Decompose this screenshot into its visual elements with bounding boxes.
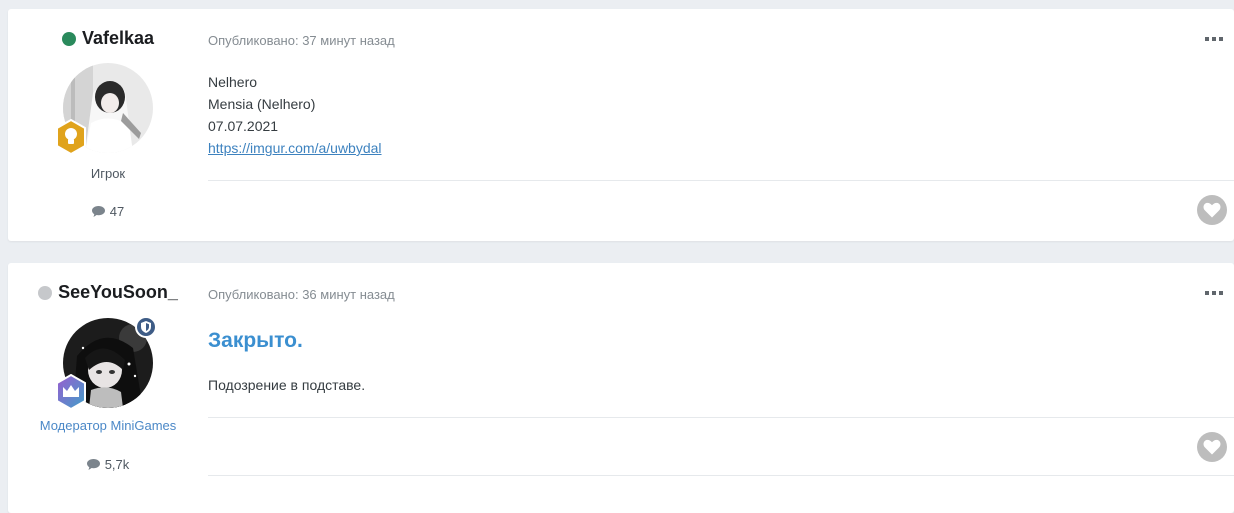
moderator-shield-icon [135,316,157,338]
like-button[interactable] [1197,432,1227,462]
divider [208,475,1234,476]
heart-icon [1203,202,1221,218]
post-card: SeeYouSoon_ Модератор MiniGames 5,7k Опу… [8,263,1234,513]
offline-status-icon [38,285,53,300]
post-line: Mensia (Nelhero) [208,96,316,112]
comment-bubble-icon [86,459,100,470]
post-count-value: 47 [109,204,125,219]
author-name[interactable]: SeeYouSoon_ [58,282,178,303]
post-content: Опубликовано: 36 минут назад Закрыто. По… [208,263,1234,513]
heart-icon [1203,439,1221,455]
author-name-row: Vafelkaa [8,28,208,49]
comment-bubble-icon [91,206,105,217]
post-body: Nelhero Mensia (Nelhero) 07.07.2021 http… [208,71,382,159]
divider [208,417,1234,418]
user-role[interactable]: Модератор MiniGames [8,418,208,433]
more-options-icon[interactable] [1205,290,1223,296]
post-timestamp[interactable]: Опубликовано: 36 минут назад [208,287,395,302]
post-count: 5,7k [8,457,208,472]
post-line: 07.07.2021 [208,118,279,134]
rank-badge-lightbulb-icon [53,118,89,156]
author-panel: SeeYouSoon_ Модератор MiniGames 5,7k [8,263,208,513]
post-card: Vafelkaa Игрок 47 Опубликовано: 37 минут… [8,9,1234,241]
divider [208,180,1234,181]
post-title: Закрыто. [208,329,303,352]
more-options-icon[interactable] [1205,36,1223,42]
author-name-row: SeeYouSoon_ [8,282,208,303]
author-panel: Vafelkaa Игрок 47 [8,9,208,241]
author-name[interactable]: Vafelkaa [82,28,154,49]
post-line: Nelhero [208,74,258,90]
post-timestamp[interactable]: Опубликовано: 37 минут назад [208,33,395,48]
post-count: 47 [8,204,208,219]
user-role: Игрок [90,166,126,181]
online-status-icon [61,31,76,46]
post-content: Опубликовано: 37 минут назад Nelhero Men… [208,9,1234,241]
post-count-value: 5,7k [104,457,130,472]
post-body: Подозрение в подставе. [208,377,366,393]
imgur-link[interactable]: https://imgur.com/a/uwbydal [208,140,382,156]
like-button[interactable] [1197,195,1227,225]
rank-badge-crown-icon [53,373,89,411]
